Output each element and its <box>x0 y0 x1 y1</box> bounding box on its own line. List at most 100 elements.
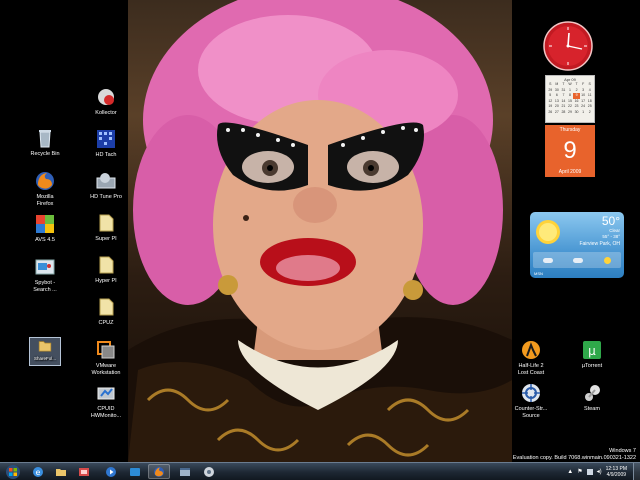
desktop-icon-hyper-pi[interactable]: Hyper PI <box>74 254 138 285</box>
folder-icon <box>38 341 52 352</box>
desktop-icon-cpuz[interactable]: CPUZ <box>74 296 138 327</box>
tray-clock[interactable]: 12:13 PM 4/9/2009 <box>606 466 627 478</box>
desktop-icon-label: HD Tach <box>95 152 117 158</box>
calendar-day-view: Thursday 9 April 2009 <box>545 125 595 177</box>
utorrent-icon: µ <box>583 341 601 359</box>
calendar-day-cell[interactable]: 1 <box>580 110 587 116</box>
folder-icon <box>99 298 114 316</box>
cloud-icon <box>573 257 584 263</box>
show-desktop-button[interactable] <box>633 463 640 480</box>
desktop-icon-label: HD Tune Pro <box>90 194 122 200</box>
desktop-icon-utorrent[interactable]: µ µTorrent <box>560 339 624 370</box>
weather-range: 55° - 38° <box>602 234 620 239</box>
calendar-day-number: 9 <box>563 137 577 164</box>
desktop-icon-cpuid[interactable]: CPUID HWMonito... <box>74 382 138 420</box>
desktop-icon-label: Counter-Str... Source <box>514 406 548 419</box>
desktop-icon-super-pi[interactable]: Super PI <box>74 212 138 243</box>
counter-strike-icon <box>522 384 540 402</box>
tray-time: 12:13 PM <box>605 465 627 472</box>
media-icon <box>79 467 89 476</box>
taskbar: e ▲ ⚑ ◂) 12:13 PM 4/9/2009 <box>0 462 640 480</box>
calendar-day-cell[interactable]: 2 <box>586 110 593 116</box>
kollector-icon <box>98 89 114 105</box>
calendar-month-view: Apr 09 S M T W T F S 29 30 31 1 2 3 4 5 6 7 8 9 10 11 12 13 14 1… <box>545 75 595 123</box>
clock-gadget[interactable] <box>542 20 594 72</box>
desktop-icon-hd-tach[interactable]: HD Tach <box>74 128 138 159</box>
avs-icon <box>36 215 54 233</box>
desktop-icon-recycle-bin[interactable]: Recycle Bin <box>13 127 77 158</box>
watermark-os: Windows 7 <box>609 448 636 454</box>
spybot-icon <box>35 259 55 275</box>
start-button[interactable] <box>2 464 24 479</box>
sun-icon <box>536 220 560 244</box>
desktop-icon-half-life[interactable]: Half-Life 2 Lost Coast <box>499 339 563 377</box>
tray-date: 4/9/2009 <box>606 471 627 478</box>
recycle-bin-icon <box>39 130 51 148</box>
app-icon <box>204 466 214 477</box>
desktop-icon-label: µTorrent <box>581 363 603 369</box>
desktop-icon-vmware[interactable]: VMware Workstation <box>74 339 138 377</box>
weather-forecast-strip <box>533 252 621 268</box>
svg-text:e: e <box>36 468 41 477</box>
desktop-icon-label: Super PI <box>95 236 117 242</box>
watermark-build: Evaluation copy. Build 7068.winmain.0903… <box>512 455 636 461</box>
svg-text:µ: µ <box>588 344 596 358</box>
hd-tach-icon <box>97 130 115 148</box>
taskbar-explorer[interactable] <box>50 464 72 479</box>
desktop-icon-label: Steam <box>584 406 600 412</box>
play-icon <box>106 466 116 477</box>
desktop-icon-steam[interactable]: Steam <box>560 382 624 413</box>
desktop-icon-label: Mozilla Firefox <box>36 194 54 207</box>
calendar-month-year: April 2009 <box>558 169 582 175</box>
show-hidden-icons-icon[interactable]: ▲ <box>567 469 573 475</box>
desktop-icon-counter-strike[interactable]: Counter-Str... Source <box>499 382 563 420</box>
folder-icon <box>99 256 114 274</box>
taskbar-ie[interactable]: e <box>27 464 49 479</box>
cpuid-icon <box>97 387 115 400</box>
taskbar-media[interactable] <box>73 464 95 479</box>
taskbar-app[interactable] <box>198 464 220 479</box>
desktop-icon-label: Recycle Bin <box>30 151 60 157</box>
taskbar-window[interactable] <box>174 464 196 479</box>
hd-tune-icon <box>96 173 116 189</box>
folder-icon <box>99 214 114 232</box>
weather-location: Fairview Park, OH <box>579 241 620 247</box>
calendar-weekday: Thursday <box>559 127 581 133</box>
desktop-icon-avs[interactable]: AVS 4.5 <box>13 213 77 244</box>
desktop-icon-folder-selected[interactable]: ShareFol... <box>29 337 61 366</box>
system-tray: ▲ ⚑ ◂) 12:13 PM 4/9/2009 <box>567 463 640 480</box>
taskbar-messenger[interactable] <box>124 464 146 479</box>
clock-face <box>543 21 593 71</box>
taskbar-firefox[interactable] <box>148 464 170 479</box>
windows-watermark: Windows 7 Evaluation copy. Build 7068.wi… <box>513 448 636 462</box>
volume-icon[interactable]: ◂) <box>597 468 602 475</box>
desktop-icon-label: ShareFol... <box>33 356 56 361</box>
desktop-icon-label: Half-Life 2 Lost Coast <box>517 363 545 376</box>
firefox-icon <box>36 172 54 190</box>
desktop-icon-spybot[interactable]: Spybot - Search ... <box>13 256 77 294</box>
firefox-icon <box>154 466 164 477</box>
vmware-icon <box>97 341 115 359</box>
steam-icon <box>585 385 600 401</box>
desktop-icon-label: CPUZ <box>98 320 114 326</box>
action-center-flag-icon[interactable]: ⚑ <box>577 468 582 475</box>
weather-source[interactable]: MSN <box>534 271 543 276</box>
calendar-grid: S M T W T F S 29 30 31 1 2 3 4 5 6 7 8 9 10 11 12 13 14 15 16 17 18… <box>547 82 593 115</box>
cloud-icon <box>543 257 554 263</box>
windows-logo-icon <box>6 464 20 479</box>
desktop-icon-kollector[interactable]: Kollector <box>74 86 138 117</box>
desktop-icon-label: Kollector <box>95 110 117 116</box>
desktop-icon-firefox[interactable]: Mozilla Firefox <box>13 170 77 208</box>
desktop-wallpaper <box>128 0 512 462</box>
calendar-day-cell[interactable]: 29 <box>567 110 574 116</box>
folder-icon <box>56 468 66 476</box>
calendar-day-cell[interactable]: 27 <box>554 110 561 116</box>
internet-explorer-icon: e <box>33 466 43 477</box>
network-icon[interactable] <box>586 468 593 475</box>
desktop-icon-label: Spybot - Search ... <box>33 280 57 293</box>
weather-gadget[interactable]: 50° Clear 55° - 38° Fairview Park, OH MS… <box>530 212 624 278</box>
weather-temperature: 50° <box>601 214 620 228</box>
taskbar-media-player[interactable] <box>100 464 122 479</box>
calendar-gadget[interactable]: Apr 09 S M T W T F S 29 30 31 1 2 3 4 5 6 7 8 9 10 11 12 13 14 1… <box>545 75 595 179</box>
desktop-icon-hd-tune[interactable]: HD Tune Pro <box>74 170 138 201</box>
